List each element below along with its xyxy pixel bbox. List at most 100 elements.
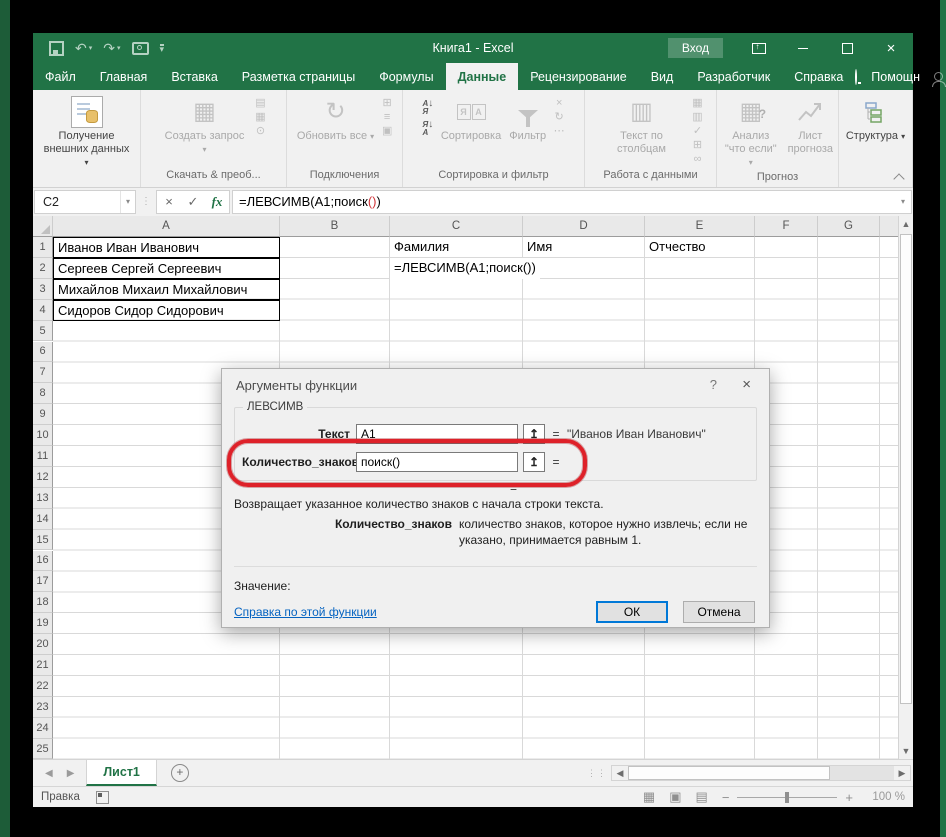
tell-me-bulb-icon[interactable] (855, 68, 858, 85)
reapply-filter-icon[interactable]: ↻ (551, 112, 567, 123)
column-header-d[interactable]: D (523, 216, 645, 237)
row-header-16[interactable]: 16 (33, 550, 53, 572)
show-queries-icon[interactable]: ▤ (253, 98, 269, 109)
row-header-4[interactable]: 4 (33, 299, 53, 321)
scroll-down-icon[interactable]: ▼ (899, 743, 913, 759)
row-header-25[interactable]: 25 (33, 738, 53, 759)
collapse-ribbon-icon[interactable] (891, 170, 907, 185)
row-header-13[interactable]: 13 (33, 487, 53, 509)
scroll-left-icon[interactable]: ◀ (612, 766, 628, 780)
flash-fill-icon[interactable]: ▦ (690, 98, 706, 109)
ok-button[interactable]: ОК (596, 601, 668, 623)
share-button[interactable]: Поделиться (931, 70, 946, 87)
tab-splitter-handle[interactable]: ⋮⋮ (587, 768, 607, 779)
tab-developer[interactable]: Разработчик (685, 63, 782, 90)
assistant-label[interactable]: Помощн (871, 70, 920, 84)
customize-quick-access-icon[interactable]: ▾ (159, 44, 165, 54)
tab-help[interactable]: Справка (782, 63, 855, 90)
tab-page-layout[interactable]: Разметка страницы (230, 63, 367, 90)
row-header-1[interactable]: 1 (33, 237, 53, 258)
save-icon[interactable] (49, 40, 64, 56)
from-table-icon[interactable]: ▦ (253, 112, 269, 123)
tab-home[interactable]: Главная (88, 63, 160, 90)
row-header-14[interactable]: 14 (33, 508, 53, 530)
numchars-range-picker-icon[interactable]: ↥ (523, 452, 545, 472)
zoom-level[interactable]: 100 % (867, 791, 905, 803)
column-header-f[interactable]: F (755, 216, 818, 237)
row-header-5[interactable]: 5 (33, 320, 53, 342)
cell-D1[interactable]: Имя (523, 237, 645, 258)
relationships-icon[interactable]: ∞ (690, 154, 706, 165)
camera-icon[interactable] (131, 41, 149, 55)
recent-sources-icon[interactable]: ⊙ (253, 126, 269, 137)
formula-input[interactable]: =ЛЕВСИМВ(A1;поиск()) ▾ (232, 189, 912, 214)
cell-C1[interactable]: Фамилия (390, 237, 523, 258)
tab-file[interactable]: Файл (33, 63, 88, 90)
horizontal-scrollbar[interactable]: ◀ ▶ (611, 765, 911, 781)
row-header-20[interactable]: 20 (33, 634, 53, 655)
row-header-3[interactable]: 3 (33, 278, 53, 300)
zoom-out-icon[interactable]: − (722, 790, 730, 805)
name-box-dropdown-icon[interactable]: ▾ (119, 190, 135, 213)
page-layout-view-icon[interactable]: ▣ (669, 789, 681, 805)
tab-formulas[interactable]: Формулы (367, 63, 445, 90)
data-validation-icon[interactable]: ✓ (690, 126, 706, 137)
row-header-17[interactable]: 17 (33, 571, 53, 593)
function-help-link[interactable]: Справка по этой функции (234, 605, 377, 619)
horizontal-scroll-thumb[interactable] (628, 766, 831, 780)
scroll-up-icon[interactable]: ▲ (899, 216, 913, 232)
row-header-2[interactable]: 2 (33, 257, 53, 279)
row-header-10[interactable]: 10 (33, 425, 53, 446)
undo-icon[interactable]: ↶ ▾ (75, 41, 92, 55)
tab-data[interactable]: Данные (445, 63, 519, 90)
column-header-g[interactable]: G (818, 216, 880, 237)
row-header-6[interactable]: 6 (33, 341, 53, 363)
scroll-right-icon[interactable]: ▶ (894, 766, 910, 780)
column-header-b[interactable]: B (280, 216, 390, 237)
cell-A1[interactable]: Иванов Иван Иванович (53, 237, 280, 258)
cell-A2[interactable]: Сергеев Сергей Сергеевич (53, 257, 280, 279)
clear-filter-icon[interactable]: × (551, 98, 567, 109)
ribbon-button-структура[interactable]: Структура ▾ (843, 94, 908, 145)
name-box[interactable]: C2 ▾ (34, 189, 136, 214)
expand-formula-bar-icon[interactable]: ▾ (901, 197, 911, 206)
record-macro-icon[interactable] (95, 790, 109, 804)
close-button[interactable]: × (869, 33, 913, 63)
row-header-15[interactable]: 15 (33, 529, 53, 551)
row-header-11[interactable]: 11 (33, 446, 53, 467)
previous-sheet-icon[interactable]: ◀ (45, 768, 53, 779)
maximize-button[interactable] (825, 33, 869, 63)
tab-insert[interactable]: Вставка (159, 63, 229, 90)
normal-view-icon[interactable]: ▦ (643, 789, 655, 805)
vertical-scroll-thumb[interactable] (900, 234, 912, 705)
zoom-slider[interactable] (737, 791, 838, 803)
next-sheet-icon[interactable]: ▶ (67, 768, 75, 779)
row-header-19[interactable]: 19 (33, 613, 53, 635)
row-header-24[interactable]: 24 (33, 717, 53, 739)
vertical-scrollbar[interactable]: ▲ ▼ (898, 216, 913, 759)
ribbon-button-получение-внешних-данных[interactable]: Получение внешних данных ▾ (41, 94, 133, 171)
cancel-entry-icon[interactable]: × (157, 194, 181, 209)
text-argument-input[interactable]: A1 (356, 424, 518, 444)
row-header-12[interactable]: 12 (33, 466, 53, 488)
row-header-21[interactable]: 21 (33, 655, 53, 676)
page-break-view-icon[interactable]: ▤ (696, 789, 708, 805)
confirm-entry-icon[interactable]: ✓ (181, 194, 205, 210)
new-sheet-icon[interactable]: + (170, 764, 189, 782)
sort-asc-icon[interactable]: А Я ↓ (420, 98, 436, 116)
consolidate-icon[interactable]: ⊞ (690, 140, 706, 151)
row-header-9[interactable]: 9 (33, 404, 53, 426)
row-header-8[interactable]: 8 (33, 383, 53, 405)
dialog-help-icon[interactable]: ? (710, 377, 717, 392)
row-header-23[interactable]: 23 (33, 696, 53, 718)
connections-icon[interactable]: ⊞ (379, 98, 395, 109)
cell-C2[interactable]: =ЛЕВСИМВ(A1;поиск()) (390, 257, 540, 279)
tab-review[interactable]: Рецензирование (518, 63, 639, 90)
zoom-slider-thumb[interactable] (785, 791, 790, 803)
properties-icon[interactable]: ≡ (379, 112, 395, 123)
zoom-in-icon[interactable]: + (845, 790, 853, 805)
row-header-18[interactable]: 18 (33, 592, 53, 614)
numchars-argument-input[interactable]: поиск() (356, 452, 518, 472)
column-header-a[interactable]: A (53, 216, 280, 237)
ribbon-display-options-button[interactable] (737, 33, 781, 63)
